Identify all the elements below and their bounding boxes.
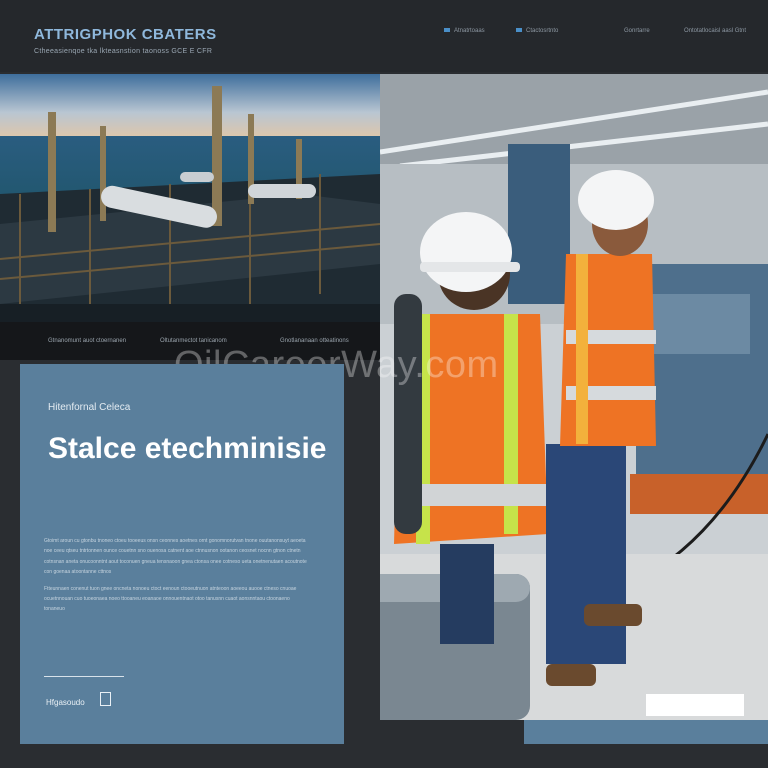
caption-2: Oltutanmectot tanicanom xyxy=(160,338,227,344)
caption-3: Gnotlananaan otteatinons xyxy=(280,338,349,344)
feature-card: Hitenfornal Celeca Stalce etechminisie G… xyxy=(20,364,344,744)
nav-item-1[interactable]: Atnatrtoaas xyxy=(444,28,485,34)
nav-item-label: Atnatrtoaas xyxy=(454,28,485,34)
nav-item-2[interactable]: Ctactosrtnto xyxy=(516,28,558,34)
placeholder-box xyxy=(646,694,744,716)
caption-bar: Gtnanomunt auot ctoernanen Oltutanmectot… xyxy=(0,322,380,360)
brand-title[interactable]: ATTRIGPHOK CBATERS xyxy=(34,26,217,43)
footer-bar xyxy=(0,746,768,768)
card-paragraph-1: Gtoimt aroun cu gtonbu tnoneo ctoeu tooe… xyxy=(44,538,307,576)
site-header: ATTRIGPHOK CBATERS Ctheeasienqoe tka lkt… xyxy=(0,0,768,72)
nav-item-4[interactable]: Ontotatlocaisl aasl Gtnt xyxy=(684,28,746,34)
workers-photo xyxy=(380,74,768,720)
nav-marker-icon xyxy=(516,28,522,33)
offshore-rig-image xyxy=(0,74,380,322)
caption-1: Gtnanomunt auot ctoernanen xyxy=(48,338,127,344)
offshore-rig-illustration xyxy=(0,74,380,322)
brand-tagline: Ctheeasienqoe tka lkteasnstion taonoss G… xyxy=(34,48,213,55)
card-link[interactable]: Hfgasoudo xyxy=(46,698,85,707)
document-icon[interactable] xyxy=(100,692,111,706)
nav-item-label: Ctactosrtnto xyxy=(526,28,559,34)
card-paragraph-2: Ftteunnaen conenut tuon gnee oncneta non… xyxy=(44,585,297,613)
top-nav: Atnatrtoaas Ctactosrtnto Gonrtarre Ontot… xyxy=(440,28,760,38)
card-title: Stalce etechminisie xyxy=(48,432,327,465)
card-body: Gtoimt aroun cu gtonbu tnoneo ctoeu tooe… xyxy=(44,536,312,621)
nav-item-3[interactable]: Gonrtarre xyxy=(624,28,650,34)
card-divider xyxy=(44,676,124,677)
workers-illustration xyxy=(380,74,768,720)
card-eyebrow: Hitenfornal Celeca xyxy=(48,402,131,413)
nav-item-label: Gonrtarre xyxy=(624,28,650,34)
nav-item-label: Ontotatlocaisl aasl Gtnt xyxy=(684,28,747,34)
nav-marker-icon xyxy=(444,28,450,33)
bottom-strip xyxy=(524,720,768,744)
